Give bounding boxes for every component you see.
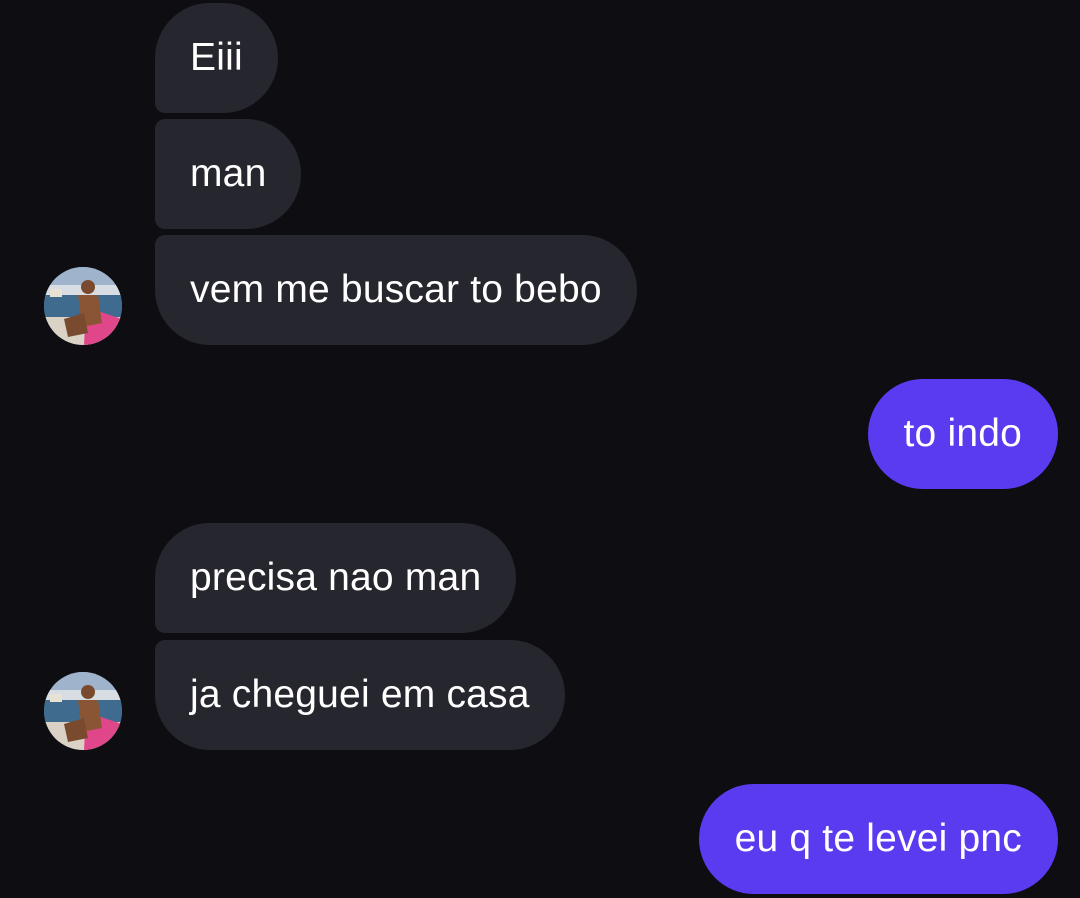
message-bubble-received[interactable]: ja cheguei em casa <box>155 640 565 750</box>
contact-avatar-photo <box>44 672 122 750</box>
contact-avatar-photo <box>44 267 122 345</box>
contact-avatar[interactable] <box>44 672 122 750</box>
message-bubble-sent[interactable]: eu q te levei pnc <box>698 784 1058 894</box>
message-bubble-sent[interactable]: to indo <box>867 379 1058 489</box>
contact-avatar[interactable] <box>44 267 122 345</box>
message-text: vem me buscar to bebo <box>190 268 602 311</box>
message-text: to indo <box>903 412 1022 455</box>
message-text: eu q te levei pnc <box>734 817 1022 860</box>
message-bubble-received[interactable]: Eiii <box>155 3 278 113</box>
message-bubble-received[interactable]: precisa nao man <box>155 523 517 633</box>
message-bubble-received[interactable]: vem me buscar to bebo <box>155 235 637 345</box>
message-text: man <box>190 152 267 195</box>
message-text: precisa nao man <box>190 556 482 599</box>
message-text: ja cheguei em casa <box>190 673 530 716</box>
message-text: Eiii <box>190 36 243 79</box>
message-bubble-received[interactable]: man <box>155 119 302 229</box>
